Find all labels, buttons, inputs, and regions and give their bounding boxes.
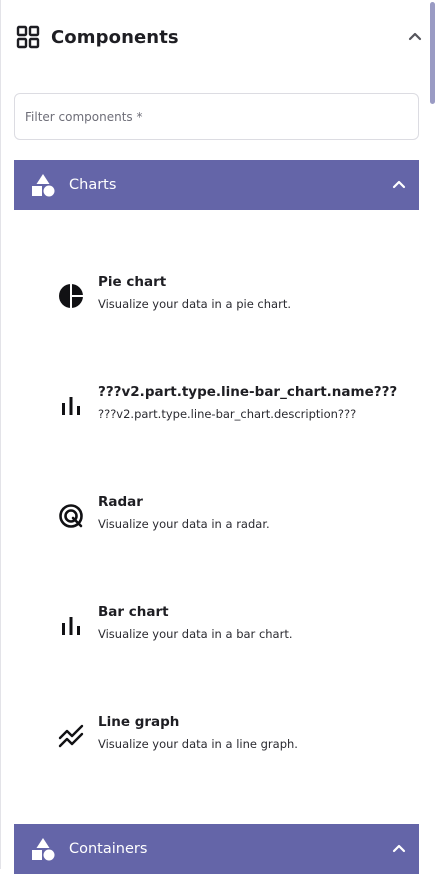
grid-icon	[16, 25, 40, 49]
chevron-up-icon[interactable]	[389, 838, 409, 858]
filter-field[interactable]	[14, 93, 419, 140]
item-name: ???v2.part.type.line-bar_chart.name???	[98, 384, 398, 400]
panel-title: Components	[51, 26, 179, 48]
section-label-charts: Charts	[69, 177, 117, 193]
shapes-icon	[32, 838, 55, 861]
item-name: Line graph	[98, 714, 180, 730]
item-description: Visualize your data in a pie chart.	[98, 297, 291, 311]
list-item-pie-chart[interactable]: Pie chart Visualize your data in a pie c…	[58, 272, 418, 322]
item-description: Visualize your data in a bar chart.	[98, 627, 293, 641]
item-name: Radar	[98, 494, 143, 510]
list-item-line-bar-chart[interactable]: ???v2.part.type.line-bar_chart.name??? ?…	[58, 382, 418, 432]
list-item-bar-chart[interactable]: Bar chart Visualize your data in a bar c…	[58, 602, 418, 652]
item-name: Bar chart	[98, 604, 169, 620]
list-item-radar[interactable]: Radar Visualize your data in a radar.	[58, 492, 418, 542]
item-name: Pie chart	[98, 274, 167, 290]
chevron-up-icon[interactable]	[405, 26, 425, 46]
panel-header: Components	[15, 22, 425, 52]
chevron-up-icon[interactable]	[389, 174, 409, 194]
item-description: Visualize your data in a line graph.	[98, 737, 298, 751]
scrollbar[interactable]	[430, 2, 435, 104]
pie-chart-icon	[59, 284, 83, 308]
item-description: ???v2.part.type.line-bar_chart.descripti…	[98, 407, 357, 421]
line-graph-icon	[58, 724, 84, 748]
bar-chart-icon	[62, 617, 80, 635]
filter-input[interactable]	[15, 94, 418, 139]
section-header-containers[interactable]: Containers	[14, 824, 419, 874]
section-label-containers: Containers	[69, 841, 148, 857]
bar-chart-icon	[62, 397, 80, 415]
list-item-line-graph[interactable]: Line graph Visualize your data in a line…	[58, 712, 418, 762]
section-header-charts[interactable]: Charts	[14, 160, 419, 210]
item-description: Visualize your data in a radar.	[98, 517, 270, 531]
shapes-icon	[32, 174, 55, 197]
radar-icon	[59, 504, 83, 528]
components-panel: Components Charts Pie chart Visualize yo…	[0, 0, 436, 874]
